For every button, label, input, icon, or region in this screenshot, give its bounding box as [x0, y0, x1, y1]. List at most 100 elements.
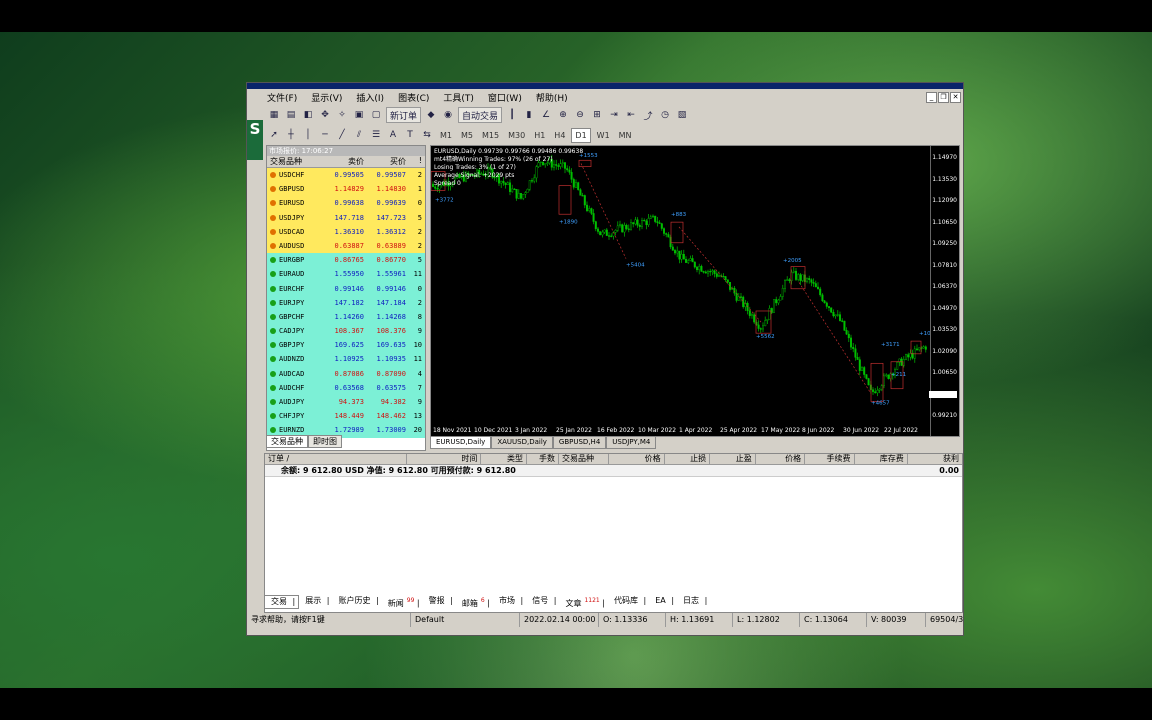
horizontal-line-icon[interactable]: ─ [318, 128, 332, 142]
menu-insert[interactable]: 插入(I) [354, 91, 386, 105]
header-bid[interactable]: 卖价 [326, 156, 364, 167]
channel-icon[interactable]: ⫽ [352, 128, 366, 142]
chart-tab[interactable]: GBPUSD,H4 [552, 436, 607, 449]
col-order[interactable]: 订单 / [265, 454, 407, 464]
market-watch-row[interactable]: GBPUSD 1.14829 1.14830 1 [267, 182, 425, 197]
market-watch-row[interactable]: AUDJPY 94.373 94.382 9 [267, 395, 425, 410]
trendline-icon[interactable]: ╱ [335, 128, 349, 142]
col-price[interactable]: 价格 [609, 454, 665, 464]
new-order-button[interactable]: 新订单 [386, 107, 422, 123]
market-watch-row[interactable]: EURAUD 1.55950 1.55961 11 [267, 267, 425, 282]
templates-icon[interactable]: ▧ [675, 108, 689, 122]
market-watch-row[interactable]: USDCHF 0.99505 0.99507 2 [267, 168, 425, 183]
header-ask[interactable]: 买价 [364, 156, 406, 167]
menu-tools[interactable]: 工具(T) [441, 91, 476, 105]
menu-file[interactable]: 文件(F) [265, 91, 299, 105]
col-sl[interactable]: 止损 [665, 454, 711, 464]
market-watch-row[interactable]: GBPJPY 169.625 169.635 10 [267, 338, 425, 353]
timeframe-h1[interactable]: H1 [531, 129, 548, 142]
bar-chart-icon[interactable]: ┃ [505, 108, 519, 122]
menu-window[interactable]: 窗口(W) [486, 91, 524, 105]
zoom-in-icon[interactable]: ⊕ [556, 108, 570, 122]
market-watch-row[interactable]: EURJPY 147.182 147.184 2 [267, 295, 425, 310]
minimize-icon[interactable]: _ [926, 92, 937, 103]
col-commission[interactable]: 手续费 [805, 454, 855, 464]
market-watch-row[interactable]: EURUSD 0.99638 0.99639 0 [267, 196, 425, 211]
col-swap[interactable]: 库存费 [855, 454, 908, 464]
tester-icon[interactable]: ▢ [369, 108, 383, 122]
terminal-tab[interactable]: 警报 | [423, 595, 456, 607]
market-watch-row[interactable]: AUDNZD 1.10925 1.10935 11 [267, 352, 425, 367]
col-time[interactable]: 时间 [407, 454, 482, 464]
crosshair-icon[interactable]: ┼ [284, 128, 298, 142]
timeframe-m1[interactable]: M1 [437, 129, 455, 142]
col-symbol[interactable]: 交易品种 [559, 454, 610, 464]
text-icon[interactable]: A [386, 128, 400, 142]
market-watch-row[interactable]: USDJPY 147.718 147.723 5 [267, 210, 425, 225]
terminal-tab[interactable]: 展示 | [299, 595, 332, 607]
vertical-line-icon[interactable]: │ [301, 128, 315, 142]
auto-trading-button[interactable]: 自动交易 [458, 107, 503, 123]
timeframe-mn[interactable]: MN [616, 129, 635, 142]
market-watch-row[interactable]: CHFJPY 148.449 148.462 13 [267, 409, 425, 424]
terminal-tab[interactable]: 新闻 99 | [382, 595, 423, 608]
header-spread[interactable]: ! [406, 156, 424, 167]
line-chart-icon[interactable]: ∠ [539, 108, 553, 122]
chart-tab[interactable]: USDJPY,M4 [606, 436, 657, 449]
fibonacci-icon[interactable]: ☰ [369, 128, 383, 142]
timeframe-w1[interactable]: W1 [594, 129, 613, 142]
terminal-tab[interactable]: 文章 1121 | [559, 595, 608, 608]
arrows-icon[interactable]: ⇆ [420, 128, 434, 142]
terminal-tab[interactable]: 市场 | [493, 595, 526, 607]
menu-charts[interactable]: 图表(C) [396, 91, 431, 105]
terminal-icon[interactable]: ▣ [352, 108, 366, 122]
navigator-icon[interactable]: ✧ [335, 108, 349, 122]
text-label-icon[interactable]: T [403, 128, 417, 142]
market-watch-row[interactable]: AUDUSD 0.63887 0.63889 2 [267, 238, 425, 254]
timeframe-m5[interactable]: M5 [458, 129, 476, 142]
timeframe-m15[interactable]: M15 [479, 129, 502, 142]
col-type[interactable]: 类型 [481, 454, 527, 464]
col-lots[interactable]: 手数 [527, 454, 560, 464]
terminal-tab[interactable]: 账户历史 | [333, 595, 382, 607]
chart-shift-icon[interactable]: ⇥ [607, 108, 621, 122]
col-profit[interactable]: 获利 [908, 454, 962, 464]
market-watch-row[interactable]: EURCHF 0.99146 0.99146 0 [267, 281, 425, 296]
market-watch-icon[interactable]: ◧ [301, 108, 315, 122]
market-watch-row[interactable]: USDCAD 1.36310 1.36312 2 [267, 224, 425, 239]
zoom-out-icon[interactable]: ⊖ [573, 108, 587, 122]
chart-tab[interactable]: XAUUSD,Daily [491, 436, 553, 449]
terminal-tab[interactable]: 日志 | [677, 595, 710, 607]
market-watch-row[interactable]: GBPCHF 1.14260 1.14268 8 [267, 309, 425, 325]
terminal-tab[interactable]: 交易 | [264, 595, 300, 609]
data-window-icon[interactable]: ✥ [318, 108, 332, 122]
close-icon[interactable]: ✕ [950, 92, 961, 103]
terminal-tab[interactable]: 信号 | [526, 595, 559, 607]
col-price-current[interactable]: 价格 [756, 454, 806, 464]
timeframe-h4[interactable]: H4 [551, 129, 568, 142]
metaeditor-icon[interactable]: ◆ [424, 108, 438, 122]
menu-view[interactable]: 显示(V) [309, 91, 344, 105]
tab-symbols[interactable]: 交易品种 [266, 435, 308, 448]
market-watch-row[interactable]: AUDCAD 0.87086 0.87090 4 [267, 366, 425, 381]
restore-icon[interactable]: ❐ [938, 92, 949, 103]
new-chart-icon[interactable]: ▦ [267, 108, 281, 122]
tile-windows-icon[interactable]: ⊞ [590, 108, 604, 122]
market-watch-row[interactable]: EURGBP 0.86765 0.86770 5 [267, 253, 425, 268]
autoscroll-icon[interactable]: ⇤ [624, 108, 638, 122]
timeframe-d1[interactable]: D1 [571, 127, 591, 143]
candle-chart-icon[interactable]: ▮ [522, 108, 536, 122]
terminal-tab[interactable]: EA | [649, 595, 677, 607]
cursor-icon[interactable]: ➚ [267, 128, 281, 142]
chart-tab[interactable]: EURUSD,Daily [430, 436, 492, 449]
periods-icon[interactable]: ◷ [658, 108, 672, 122]
menu-help[interactable]: 帮助(H) [534, 91, 570, 105]
chart-window[interactable]: +3772 +1890 +1553 +5404 +883 +5562 +2005 +3171 +… [430, 145, 960, 437]
header-symbol[interactable]: 交易品种 [267, 156, 326, 167]
col-tp[interactable]: 止盈 [710, 454, 756, 464]
terminal-tab[interactable]: 邮箱 6 | [456, 595, 493, 608]
terminal-tab[interactable]: 代码库 | [608, 595, 649, 607]
signals-icon[interactable]: ◉ [441, 108, 455, 122]
timeframe-m30[interactable]: M30 [505, 129, 528, 142]
indicators-icon[interactable]: ⤴ [641, 108, 655, 122]
